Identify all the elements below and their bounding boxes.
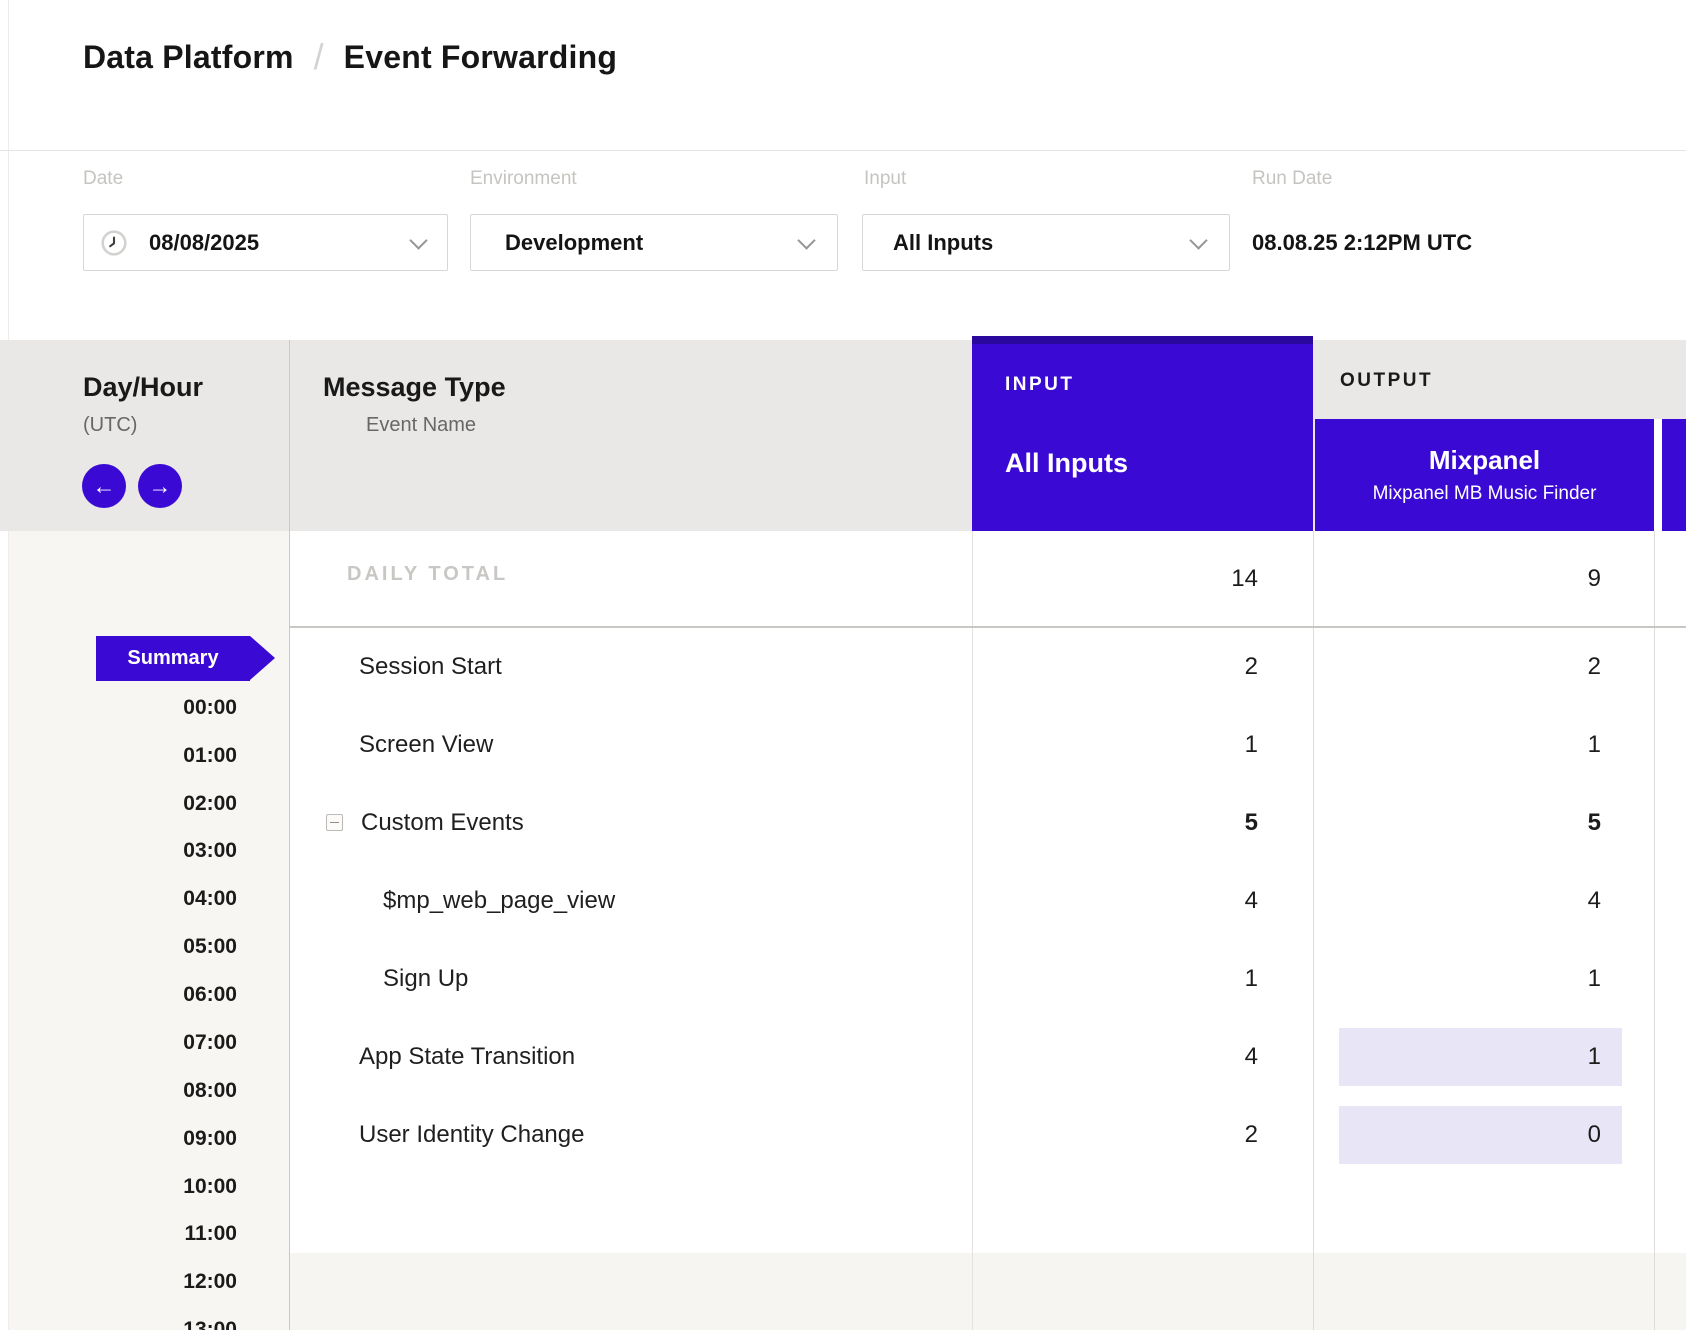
hour-label[interactable]: 10:00: [83, 1163, 237, 1211]
output-value: 2: [1314, 628, 1654, 706]
input-value: 5: [972, 784, 1313, 862]
output-column-header-label: OUTPUT: [1340, 370, 1433, 392]
hour-label[interactable]: 02:00: [83, 780, 237, 828]
breadcrumb: Data Platform / Event Forwarding: [83, 36, 617, 78]
message-type-column-title: Message Type: [323, 372, 506, 403]
input-column-name: All Inputs: [1005, 448, 1128, 479]
table-footer-background: [290, 1253, 1686, 1330]
daily-total-label: DAILY TOTAL: [347, 563, 508, 586]
daily-total-input-value: 14: [972, 531, 1313, 626]
input-dropdown-value: All Inputs: [893, 230, 993, 256]
output-value: 1: [1314, 706, 1654, 784]
message-row-label: Sign Up: [383, 940, 468, 1018]
next-day-button[interactable]: →: [138, 464, 182, 508]
right-arrow-icon: →: [149, 475, 172, 498]
run-date-value: 08.08.25 2:12PM UTC: [1252, 214, 1472, 271]
hour-label[interactable]: 11:00: [83, 1210, 237, 1258]
event-forwarding-page: Data Platform / Event Forwarding Date En…: [0, 0, 1686, 1330]
input-value: 1: [972, 940, 1313, 1018]
breadcrumb-separator: /: [314, 36, 324, 78]
message-row-label: $mp_web_page_view: [383, 862, 615, 940]
chevron-down-icon: [1189, 231, 1207, 249]
input-value: 2: [972, 628, 1313, 706]
input-value: 4: [972, 1018, 1313, 1096]
minus-collapse-icon[interactable]: [326, 814, 343, 831]
summary-badge-label: Summary: [127, 647, 218, 670]
chevron-down-icon: [797, 231, 815, 249]
hour-label[interactable]: 08:00: [83, 1067, 237, 1115]
day-hour-column-title: Day/Hour: [83, 372, 203, 403]
hour-label[interactable]: 13:00: [83, 1306, 237, 1330]
message-type-column-subtitle: Event Name: [366, 414, 476, 437]
message-row-label: User Identity Change: [359, 1096, 584, 1174]
output-value: 1: [1314, 1018, 1654, 1096]
message-row-label: Session Start: [359, 628, 502, 706]
date-dropdown-value: 08/08/2025: [149, 230, 259, 256]
day-hour-column-subtitle: (UTC): [83, 414, 137, 437]
message-row-label: App State Transition: [359, 1018, 575, 1096]
hour-label[interactable]: 04:00: [83, 875, 237, 923]
output-column-2-header-partial: [1662, 419, 1686, 531]
output-value: 0: [1314, 1096, 1654, 1174]
input-column-accent-strip: [972, 336, 1313, 344]
date-dropdown[interactable]: 08/08/2025: [83, 214, 448, 271]
left-arrow-icon: ←: [93, 475, 116, 498]
column-divider: [1654, 531, 1655, 1330]
environment-filter-label: Environment: [470, 168, 577, 192]
hour-label[interactable]: 03:00: [83, 827, 237, 875]
output-column-gap: [1654, 419, 1662, 531]
input-dropdown[interactable]: All Inputs: [862, 214, 1230, 271]
output-value: 5: [1314, 784, 1654, 862]
hour-label[interactable]: 12:00: [83, 1258, 237, 1306]
hour-label[interactable]: 07:00: [83, 1019, 237, 1067]
page-title: Event Forwarding: [344, 39, 617, 76]
input-column-header[interactable]: INPUT All Inputs: [972, 344, 1313, 531]
input-value: 2: [972, 1096, 1313, 1174]
column-divider: [289, 340, 290, 1330]
hour-label[interactable]: 09:00: [83, 1115, 237, 1163]
previous-day-button[interactable]: ←: [82, 464, 126, 508]
input-column-header-label: INPUT: [1005, 374, 1075, 396]
output-value: 4: [1314, 862, 1654, 940]
input-filter-label: Input: [864, 168, 906, 192]
breadcrumb-section[interactable]: Data Platform: [83, 39, 294, 76]
environment-dropdown-value: Development: [505, 230, 643, 256]
input-value: 4: [972, 862, 1313, 940]
clock-icon: [100, 229, 128, 257]
summary-badge[interactable]: Summary: [96, 636, 250, 681]
output-column-name: Mixpanel: [1429, 445, 1540, 476]
hour-label[interactable]: 05:00: [83, 923, 237, 971]
daily-total-output-value: 9: [1314, 531, 1654, 626]
environment-dropdown[interactable]: Development: [470, 214, 838, 271]
hour-label[interactable]: 06:00: [83, 971, 237, 1019]
output-value: 1: [1314, 940, 1654, 1018]
hour-label[interactable]: 01:00: [83, 732, 237, 780]
message-row-label: Custom Events: [361, 784, 524, 862]
output-column-header[interactable]: Mixpanel Mixpanel MB Music Finder: [1315, 419, 1654, 531]
message-row-label: Screen View: [359, 706, 493, 784]
run-date-label: Run Date: [1252, 168, 1332, 192]
output-column-subtitle: Mixpanel MB Music Finder: [1373, 483, 1597, 505]
hour-label[interactable]: 00:00: [83, 684, 237, 732]
chevron-down-icon: [409, 231, 427, 249]
date-filter-label: Date: [83, 168, 123, 192]
input-value: 1: [972, 706, 1313, 784]
header-divider: [0, 150, 1686, 151]
